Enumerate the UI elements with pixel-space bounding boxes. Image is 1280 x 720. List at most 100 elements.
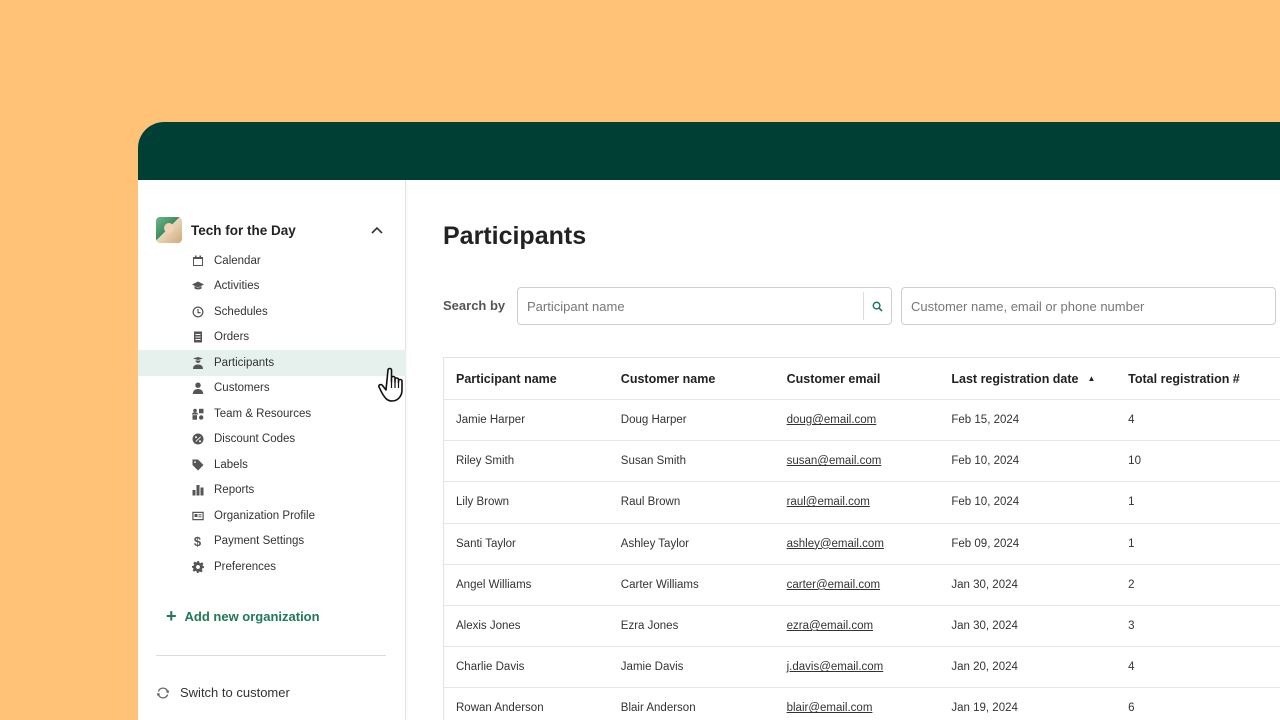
- sidebar-item-label: Schedules: [214, 305, 268, 318]
- org-avatar: [156, 217, 182, 243]
- plus-icon: +: [166, 606, 177, 626]
- customer-name-cell: Carter Williams: [620, 578, 699, 591]
- last-registration-date-cell: Jan 30, 2024: [951, 578, 1018, 591]
- table-row[interactable]: Alexis Jones Ezra Jones ezra@email.com Jan …: [444, 606, 1280, 648]
- sidebar-item-label: Labels: [214, 458, 248, 471]
- table-row[interactable]: Lily Brown Raul Brown raul@email.com Feb 10…: [444, 482, 1280, 524]
- sort-ascending-icon[interactable]: ▲: [1088, 374, 1096, 383]
- document-icon: [191, 331, 204, 344]
- last-registration-date-cell: Jan 19, 2024: [951, 702, 1018, 715]
- participants-table: Participant name Customer name Customer …: [443, 357, 1280, 720]
- customer-email-link[interactable]: ashley@email.com: [775, 538, 940, 550]
- participant-search-input[interactable]: [518, 288, 863, 324]
- sidebar-item-orders[interactable]: Orders: [138, 325, 406, 351]
- sidebar-item-label: Orders: [214, 331, 250, 344]
- team-icon: [191, 407, 204, 420]
- main-content: Participants Search by Participant name …: [443, 180, 1280, 720]
- switch-to-customer-button[interactable]: Switch to customer: [156, 685, 290, 700]
- sidebar-item-schedules[interactable]: Schedules: [138, 299, 406, 325]
- total-registrations-cell: 4: [1128, 414, 1135, 427]
- person-icon: [191, 382, 204, 395]
- customer-email-link[interactable]: blair@email.com: [775, 702, 940, 714]
- total-registrations-cell: 6: [1128, 702, 1135, 715]
- total-registrations-cell: 1: [1128, 496, 1135, 509]
- participant-search-box: [517, 287, 892, 325]
- total-registrations-cell: 3: [1128, 620, 1135, 633]
- add-organization-label: Add new organization: [184, 608, 320, 624]
- column-header-label: Last registration date: [951, 371, 1079, 386]
- last-registration-date-cell: Feb 15, 2024: [951, 414, 1020, 427]
- customer-name-cell: Raul Brown: [620, 496, 681, 509]
- table-row[interactable]: Angel Williams Carter Williams carter@emai…: [444, 565, 1280, 606]
- customer-name-cell: Jamie Davis: [620, 661, 684, 674]
- sidebar-item-participants[interactable]: Participants: [138, 350, 406, 376]
- customer-email-link[interactable]: susan@email.com: [775, 455, 940, 467]
- table-row[interactable]: Riley Smith Susan Smith susan@email.com Feb…: [444, 441, 1280, 483]
- sidebar-item-label: Participants: [214, 356, 275, 369]
- last-registration-date-cell: Feb 09, 2024: [951, 537, 1020, 550]
- sidebar-item-label: Payment Settings: [214, 535, 305, 548]
- sidebar-item-label: Customers: [214, 382, 270, 395]
- sidebar-item-label: Calendar: [214, 254, 261, 267]
- total-registrations-cell: 10: [1128, 455, 1141, 468]
- customer-email-link[interactable]: doug@email.com: [775, 414, 940, 426]
- chevron-up-icon[interactable]: [366, 219, 388, 241]
- customer-email-link[interactable]: ezra@email.com: [775, 620, 940, 632]
- total-registrations-cell: 2: [1128, 578, 1135, 591]
- sidebar-item-label: Team & Resources: [214, 407, 312, 420]
- table-row[interactable]: Charlie Davis Jamie Davis j.davis@email.co…: [444, 647, 1280, 689]
- add-organization-button[interactable]: + Add new organization: [166, 607, 320, 625]
- id-card-icon: [191, 509, 204, 522]
- column-header-participant-name[interactable]: Participant name: [444, 372, 609, 386]
- participant-name-cell: Angel Williams: [456, 578, 532, 591]
- sidebar-item-activities[interactable]: Activities: [138, 274, 406, 300]
- last-registration-date-cell: Jan 20, 2024: [951, 661, 1018, 674]
- app-window: Tech for the Day Calendar Activities Sch…: [138, 122, 1280, 720]
- sidebar-item-reports[interactable]: Reports: [138, 478, 406, 504]
- org-switcher[interactable]: Tech for the Day: [156, 216, 388, 244]
- last-registration-date-cell: Feb 10, 2024: [951, 496, 1020, 509]
- sidebar-item-payment-settings[interactable]: $ Payment Settings: [138, 529, 406, 555]
- sidebar-item-label: Discount Codes: [214, 433, 296, 446]
- sidebar-item-team-resources[interactable]: Team & Resources: [138, 401, 406, 427]
- page-title: Participants: [443, 222, 587, 250]
- participant-name-cell: Riley Smith: [456, 455, 515, 468]
- customer-name-cell: Susan Smith: [620, 455, 686, 468]
- customer-name-cell: Ezra Jones: [620, 620, 679, 633]
- last-registration-date-cell: Jan 30, 2024: [951, 620, 1018, 633]
- sidebar-item-organization-profile[interactable]: Organization Profile: [138, 503, 406, 529]
- table-row[interactable]: Rowan Anderson Blair Anderson blair@email.…: [444, 688, 1280, 720]
- column-header-customer-name[interactable]: Customer name: [609, 372, 775, 386]
- refresh-icon: [157, 686, 169, 699]
- customer-search-box: [901, 287, 1276, 325]
- hand-cursor-icon: [378, 367, 403, 402]
- customer-email-link[interactable]: carter@email.com: [775, 579, 940, 591]
- sidebar-item-label: Preferences: [214, 560, 277, 573]
- sidebar-item-preferences[interactable]: Preferences: [138, 554, 406, 580]
- column-header-total-registrations[interactable]: Total registration #: [1116, 372, 1280, 386]
- sidebar-item-calendar[interactable]: Calendar: [138, 248, 406, 274]
- sidebar-item-label: Activities: [214, 280, 260, 293]
- table-header-row: Participant name Customer name Customer …: [444, 358, 1280, 400]
- column-header-customer-email[interactable]: Customer email: [775, 372, 940, 386]
- search-by-label: Search by: [443, 298, 506, 313]
- participant-icon: [191, 356, 204, 369]
- column-header-last-registration-date[interactable]: Last registration date ▲: [939, 372, 1116, 386]
- dollar-icon: $: [193, 533, 202, 549]
- customer-email-link[interactable]: raul@email.com: [775, 496, 940, 508]
- total-registrations-cell: 1: [1128, 537, 1135, 550]
- table-row[interactable]: Santi Taylor Ashley Taylor ashley@email.co…: [444, 524, 1280, 565]
- sidebar-item-label: Organization Profile: [214, 509, 315, 522]
- sidebar-item-discount-codes[interactable]: Discount Codes: [138, 427, 406, 453]
- sidebar-item-customers[interactable]: Customers: [138, 376, 406, 402]
- calendar-icon: [191, 254, 204, 267]
- total-registrations-cell: 4: [1128, 661, 1135, 674]
- customer-search-input[interactable]: [902, 288, 1275, 324]
- customer-email-link[interactable]: j.davis@email.com: [775, 661, 940, 673]
- sidebar-item-labels[interactable]: Labels: [138, 452, 406, 478]
- search-button[interactable]: [863, 292, 891, 320]
- customer-name-cell: Blair Anderson: [620, 702, 696, 715]
- sidebar-item-label: Reports: [214, 484, 255, 497]
- top-bar: [138, 122, 1280, 180]
- table-row[interactable]: Jamie Harper Doug Harper doug@email.com Feb…: [444, 400, 1280, 442]
